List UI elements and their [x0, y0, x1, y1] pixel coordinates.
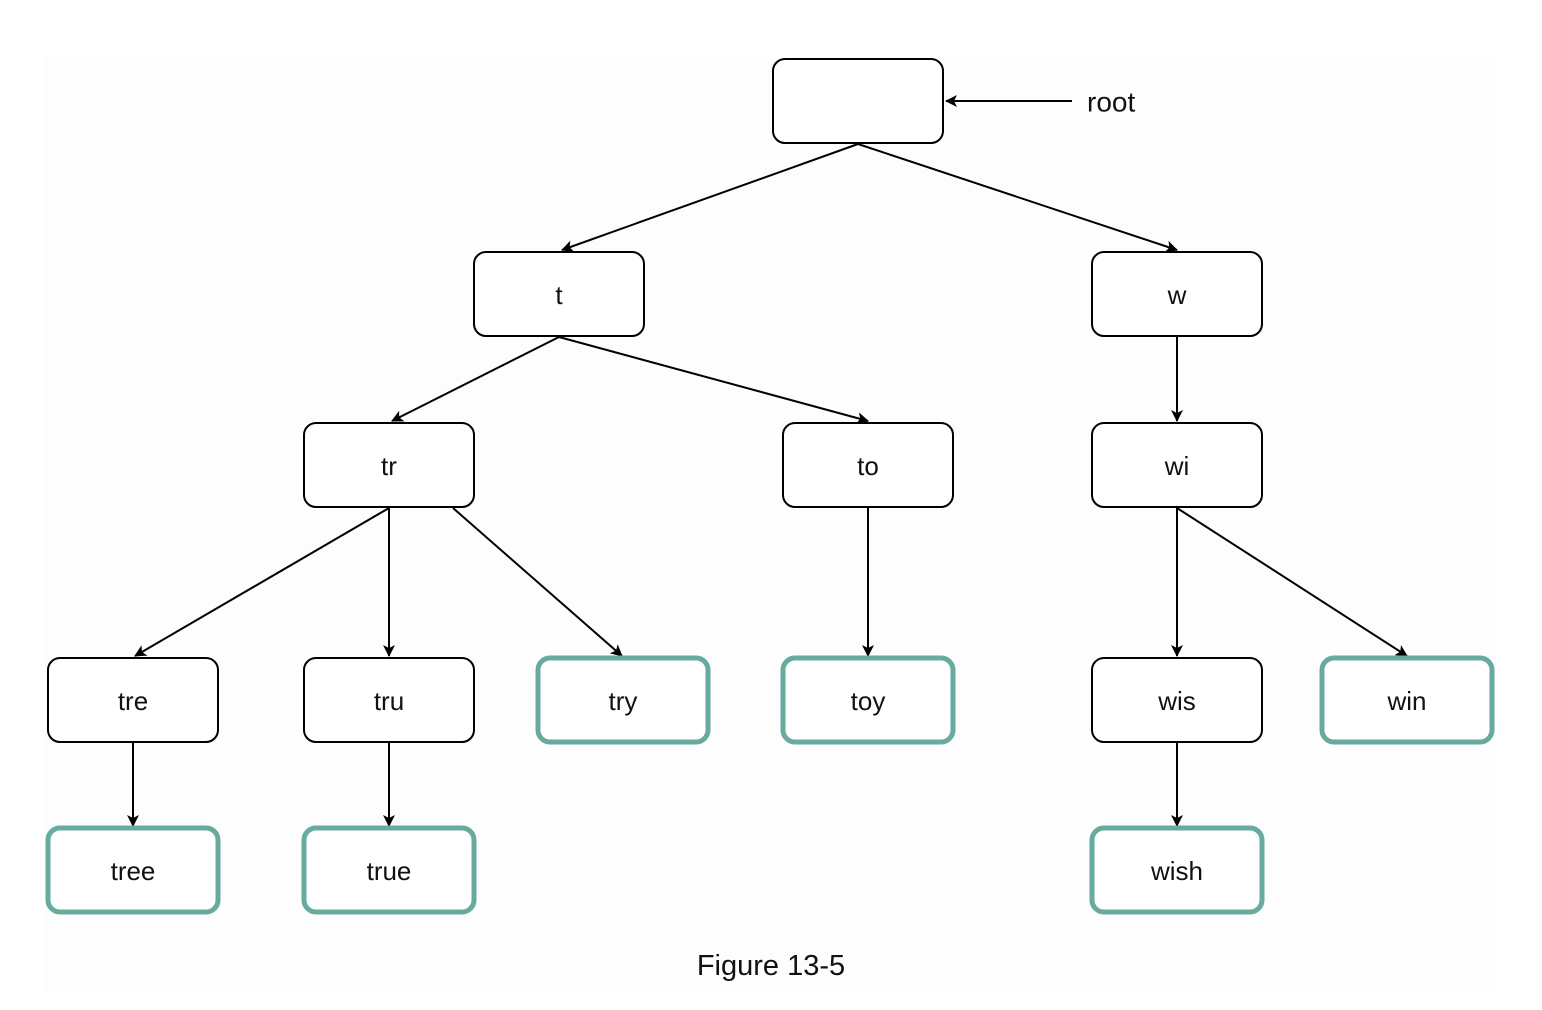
edge-root-to-t — [561, 143, 859, 252]
node-label: win — [1386, 686, 1426, 716]
node-toy: toy — [780, 655, 956, 745]
edge-t-to-to — [558, 336, 869, 424]
node-wish: wish — [1089, 825, 1265, 915]
root-label: root — [1087, 87, 1135, 118]
node-w: w — [1091, 251, 1263, 337]
node-label: tree — [111, 856, 156, 886]
node-to: to — [782, 422, 954, 508]
node-win: win — [1319, 655, 1495, 745]
root-pointer: root — [945, 87, 1135, 118]
node-label: to — [857, 451, 879, 481]
node-label: t — [555, 280, 563, 310]
node-box — [772, 58, 944, 144]
node-label: true — [367, 856, 412, 886]
node-label: tre — [118, 686, 148, 716]
edge-tr-to-try — [452, 507, 623, 657]
figure-caption: Figure 13-5 — [696, 950, 846, 982]
edge-tr-to-tre — [134, 507, 390, 657]
node-label: toy — [851, 686, 886, 716]
node-wis: wis — [1091, 657, 1263, 743]
node-tre: tre — [47, 657, 219, 743]
node-true: true — [301, 825, 477, 915]
edge-root-to-w — [857, 143, 1178, 253]
node-wi: wi — [1091, 422, 1263, 508]
node-tr: tr — [303, 422, 475, 508]
node-label: tru — [374, 686, 404, 716]
node-tru: tru — [303, 657, 475, 743]
node-tree: tree — [45, 825, 221, 915]
node-label: try — [609, 686, 638, 716]
nodes-layer: t w tr to wi tre tru try toy wis win tree true wish — [45, 58, 1495, 915]
node-label: tr — [381, 451, 397, 481]
node-label: w — [1167, 280, 1187, 310]
trie-diagram: t w tr to wi tre tru try toy wis win tree true wish r… — [45, 58, 1495, 915]
edge-wi-to-win — [1176, 507, 1408, 657]
node-label: wis — [1157, 686, 1196, 716]
node-t: t — [473, 251, 645, 337]
node-root — [772, 58, 944, 144]
node-label: wish — [1150, 856, 1203, 886]
node-try: try — [535, 655, 711, 745]
node-label: wi — [1164, 451, 1190, 481]
edge-t-to-tr — [391, 336, 560, 422]
